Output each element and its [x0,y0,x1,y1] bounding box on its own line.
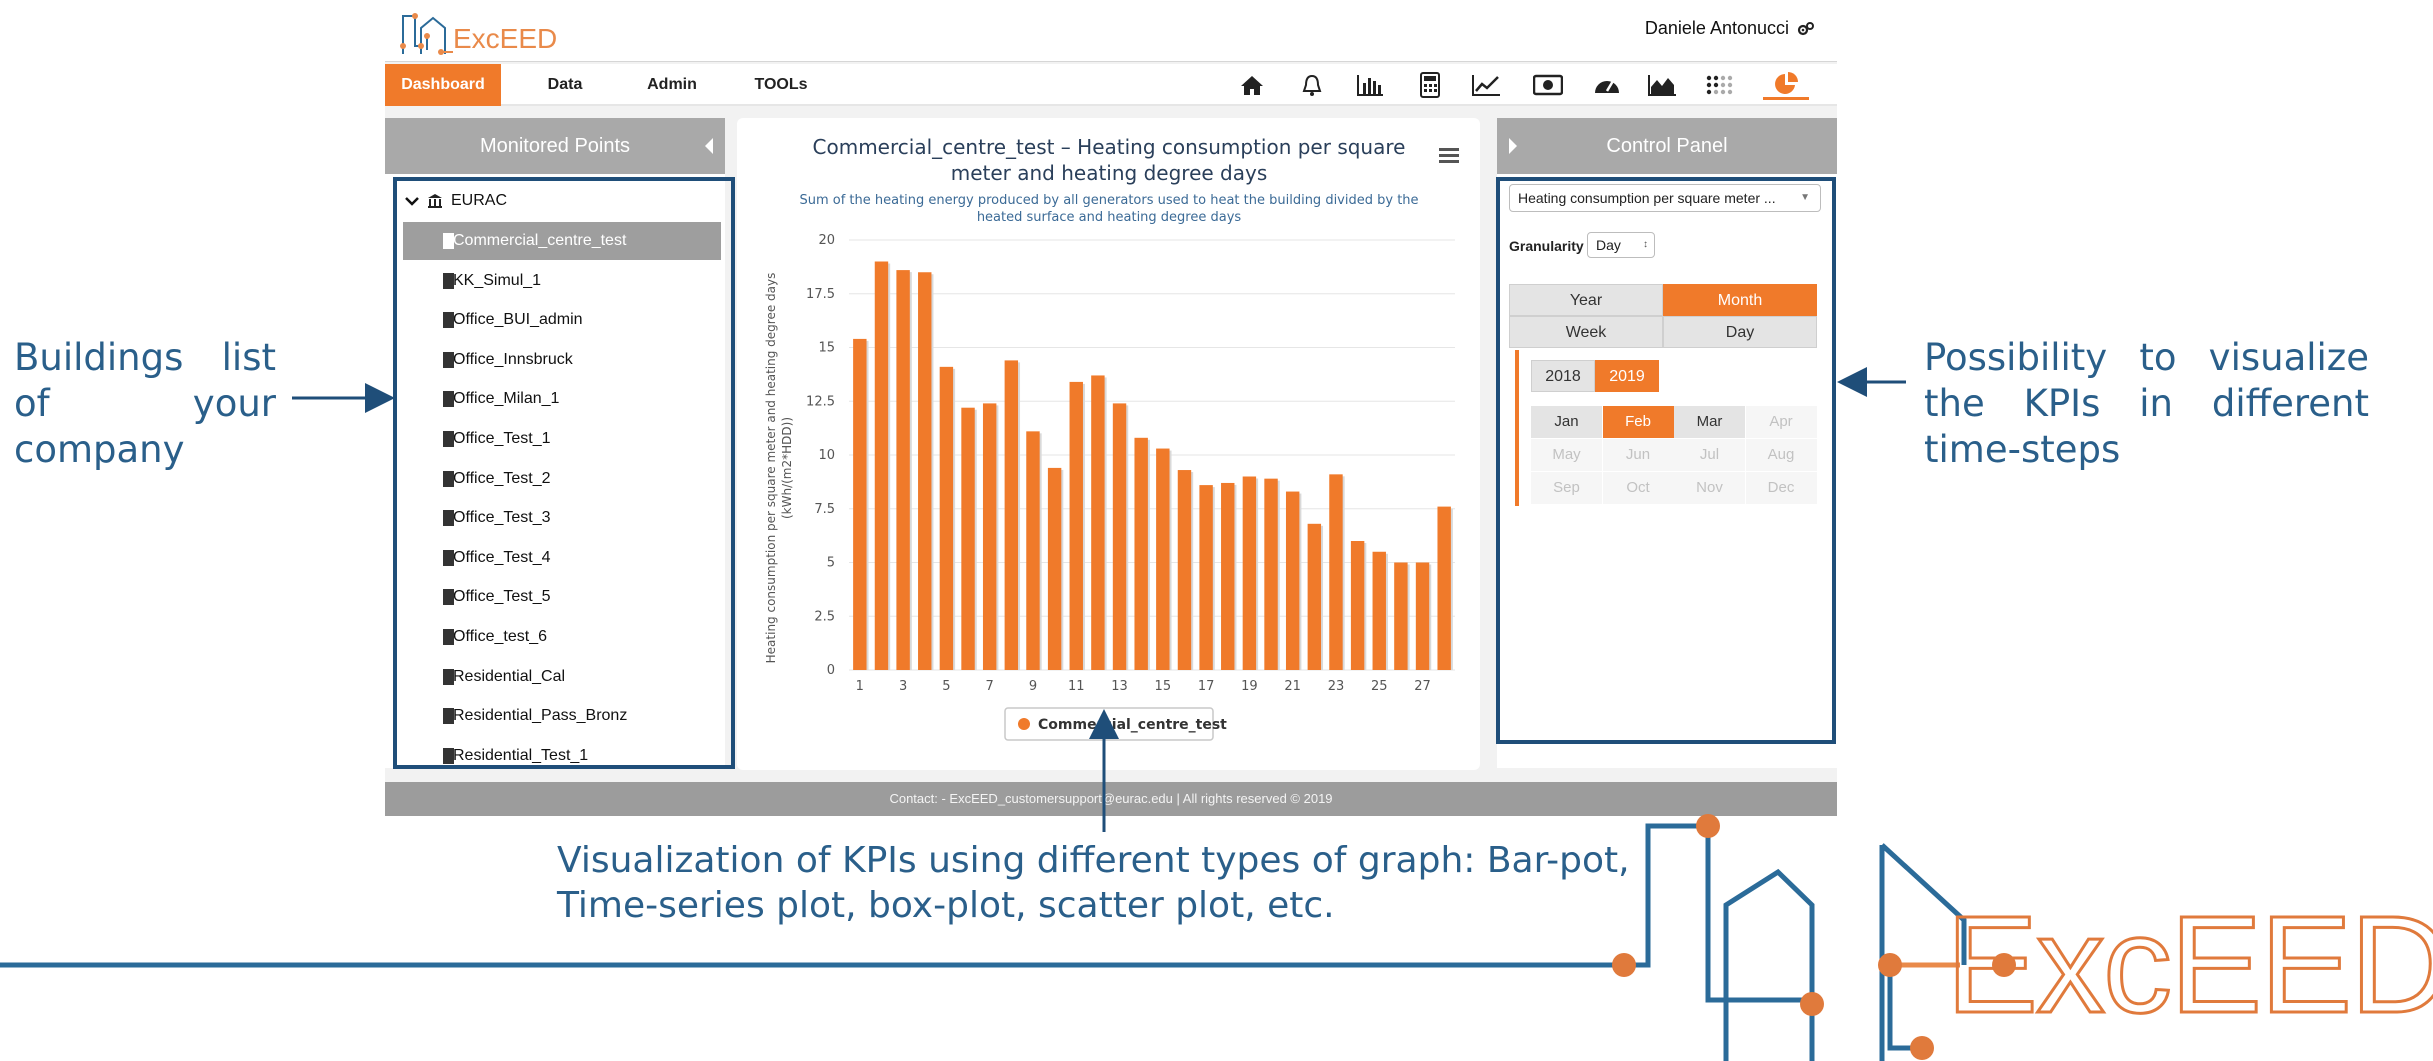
annotation-overlay: ExcEED [0,367,2433,1061]
exceed-brand-logo: ExcEED [0,814,2433,1061]
brand-logo-text: ExcEED [1946,888,2433,1042]
